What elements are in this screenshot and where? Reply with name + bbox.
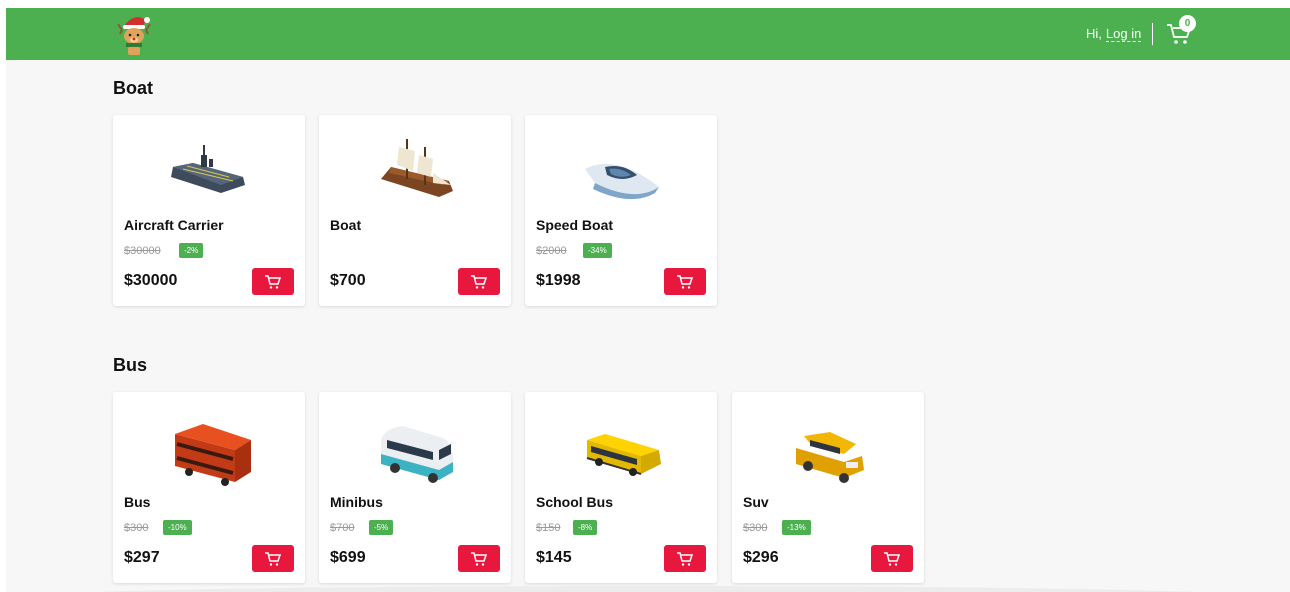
- product-name[interactable]: School Bus: [536, 494, 613, 510]
- cart-icon: [884, 551, 901, 566]
- section-title-boat: Boat: [113, 78, 153, 98]
- product-price: $145: [536, 549, 572, 566]
- product-price: $700: [330, 272, 366, 289]
- cart-count-badge: 0: [1179, 15, 1196, 32]
- product-card-minibus[interactable]: Minibus $700 -5% $699: [319, 392, 511, 583]
- product-card-boat[interactable]: Boat $700: [319, 115, 511, 306]
- double-decker-bus-image: [175, 424, 251, 486]
- discount-badge: -8%: [573, 520, 598, 535]
- original-price: $150: [536, 522, 561, 534]
- login-link[interactable]: Log in: [1105, 26, 1142, 42]
- discount-badge: -2%: [179, 243, 204, 258]
- add-to-cart-button[interactable]: [871, 545, 913, 572]
- product-price: $1998: [536, 272, 581, 289]
- product-card-suv[interactable]: Suv $300 -13% $296: [732, 392, 924, 583]
- aircraft-carrier-image: [171, 145, 245, 193]
- top-bar: Hi, Log in 0: [6, 8, 1290, 60]
- product-card-aircraft-carrier[interactable]: Aircraft Carrier $30000 -2% $30000: [113, 115, 305, 306]
- add-to-cart-button[interactable]: [458, 268, 500, 295]
- product-name[interactable]: Aircraft Carrier: [124, 217, 224, 233]
- greeting-area: Hi, Log in: [1086, 26, 1142, 42]
- footer-shadow: [46, 586, 1246, 592]
- original-price: $700: [330, 522, 355, 534]
- section-title-bus: Bus: [113, 355, 148, 375]
- discount-badge: -10%: [163, 520, 192, 535]
- product-name[interactable]: Minibus: [330, 494, 383, 510]
- discount-badge: -13%: [782, 520, 811, 535]
- product-name[interactable]: Boat: [330, 217, 361, 233]
- sailing-ship-image: [381, 139, 453, 197]
- speed-boat-image: [585, 163, 659, 200]
- minibus-image: [381, 426, 453, 483]
- cart-icon: [677, 274, 694, 289]
- product-price: $30000: [124, 272, 178, 289]
- reindeer-logo-icon[interactable]: [116, 12, 152, 56]
- product-price: $297: [124, 549, 160, 566]
- product-name[interactable]: Speed Boat: [536, 217, 613, 233]
- add-to-cart-button[interactable]: [252, 545, 294, 572]
- original-price: $300: [124, 522, 149, 534]
- product-name[interactable]: Suv: [743, 494, 769, 510]
- cart-icon: [677, 551, 694, 566]
- greeting-text: Hi,: [1086, 26, 1102, 41]
- header-divider: [1152, 23, 1153, 45]
- product-card-bus[interactable]: Bus $300 -10% $297: [113, 392, 305, 583]
- page: Hi, Log in 0 Boat Aircraft Carrier $30000…: [6, 8, 1290, 592]
- discount-badge: -34%: [583, 243, 612, 258]
- product-card-speed-boat[interactable]: Speed Boat $2000 -34% $1998: [525, 115, 717, 306]
- add-to-cart-button[interactable]: [664, 268, 706, 295]
- discount-badge: -5%: [369, 520, 394, 535]
- add-to-cart-button[interactable]: [252, 268, 294, 295]
- add-to-cart-button[interactable]: [458, 545, 500, 572]
- original-price: $300: [743, 522, 768, 534]
- cart-icon: [265, 551, 282, 566]
- cart-icon: [471, 274, 488, 289]
- suv-image: [796, 432, 864, 483]
- original-price: $30000: [124, 245, 161, 257]
- school-bus-image: [586, 434, 661, 476]
- product-card-school-bus[interactable]: School Bus $150 -8% $145: [525, 392, 717, 583]
- add-to-cart-button[interactable]: [664, 545, 706, 572]
- cart-icon: [265, 274, 282, 289]
- cart-icon: [471, 551, 488, 566]
- product-price: $296: [743, 549, 779, 566]
- original-price: $2000: [536, 245, 567, 257]
- product-price: $699: [330, 549, 366, 566]
- product-name[interactable]: Bus: [124, 494, 150, 510]
